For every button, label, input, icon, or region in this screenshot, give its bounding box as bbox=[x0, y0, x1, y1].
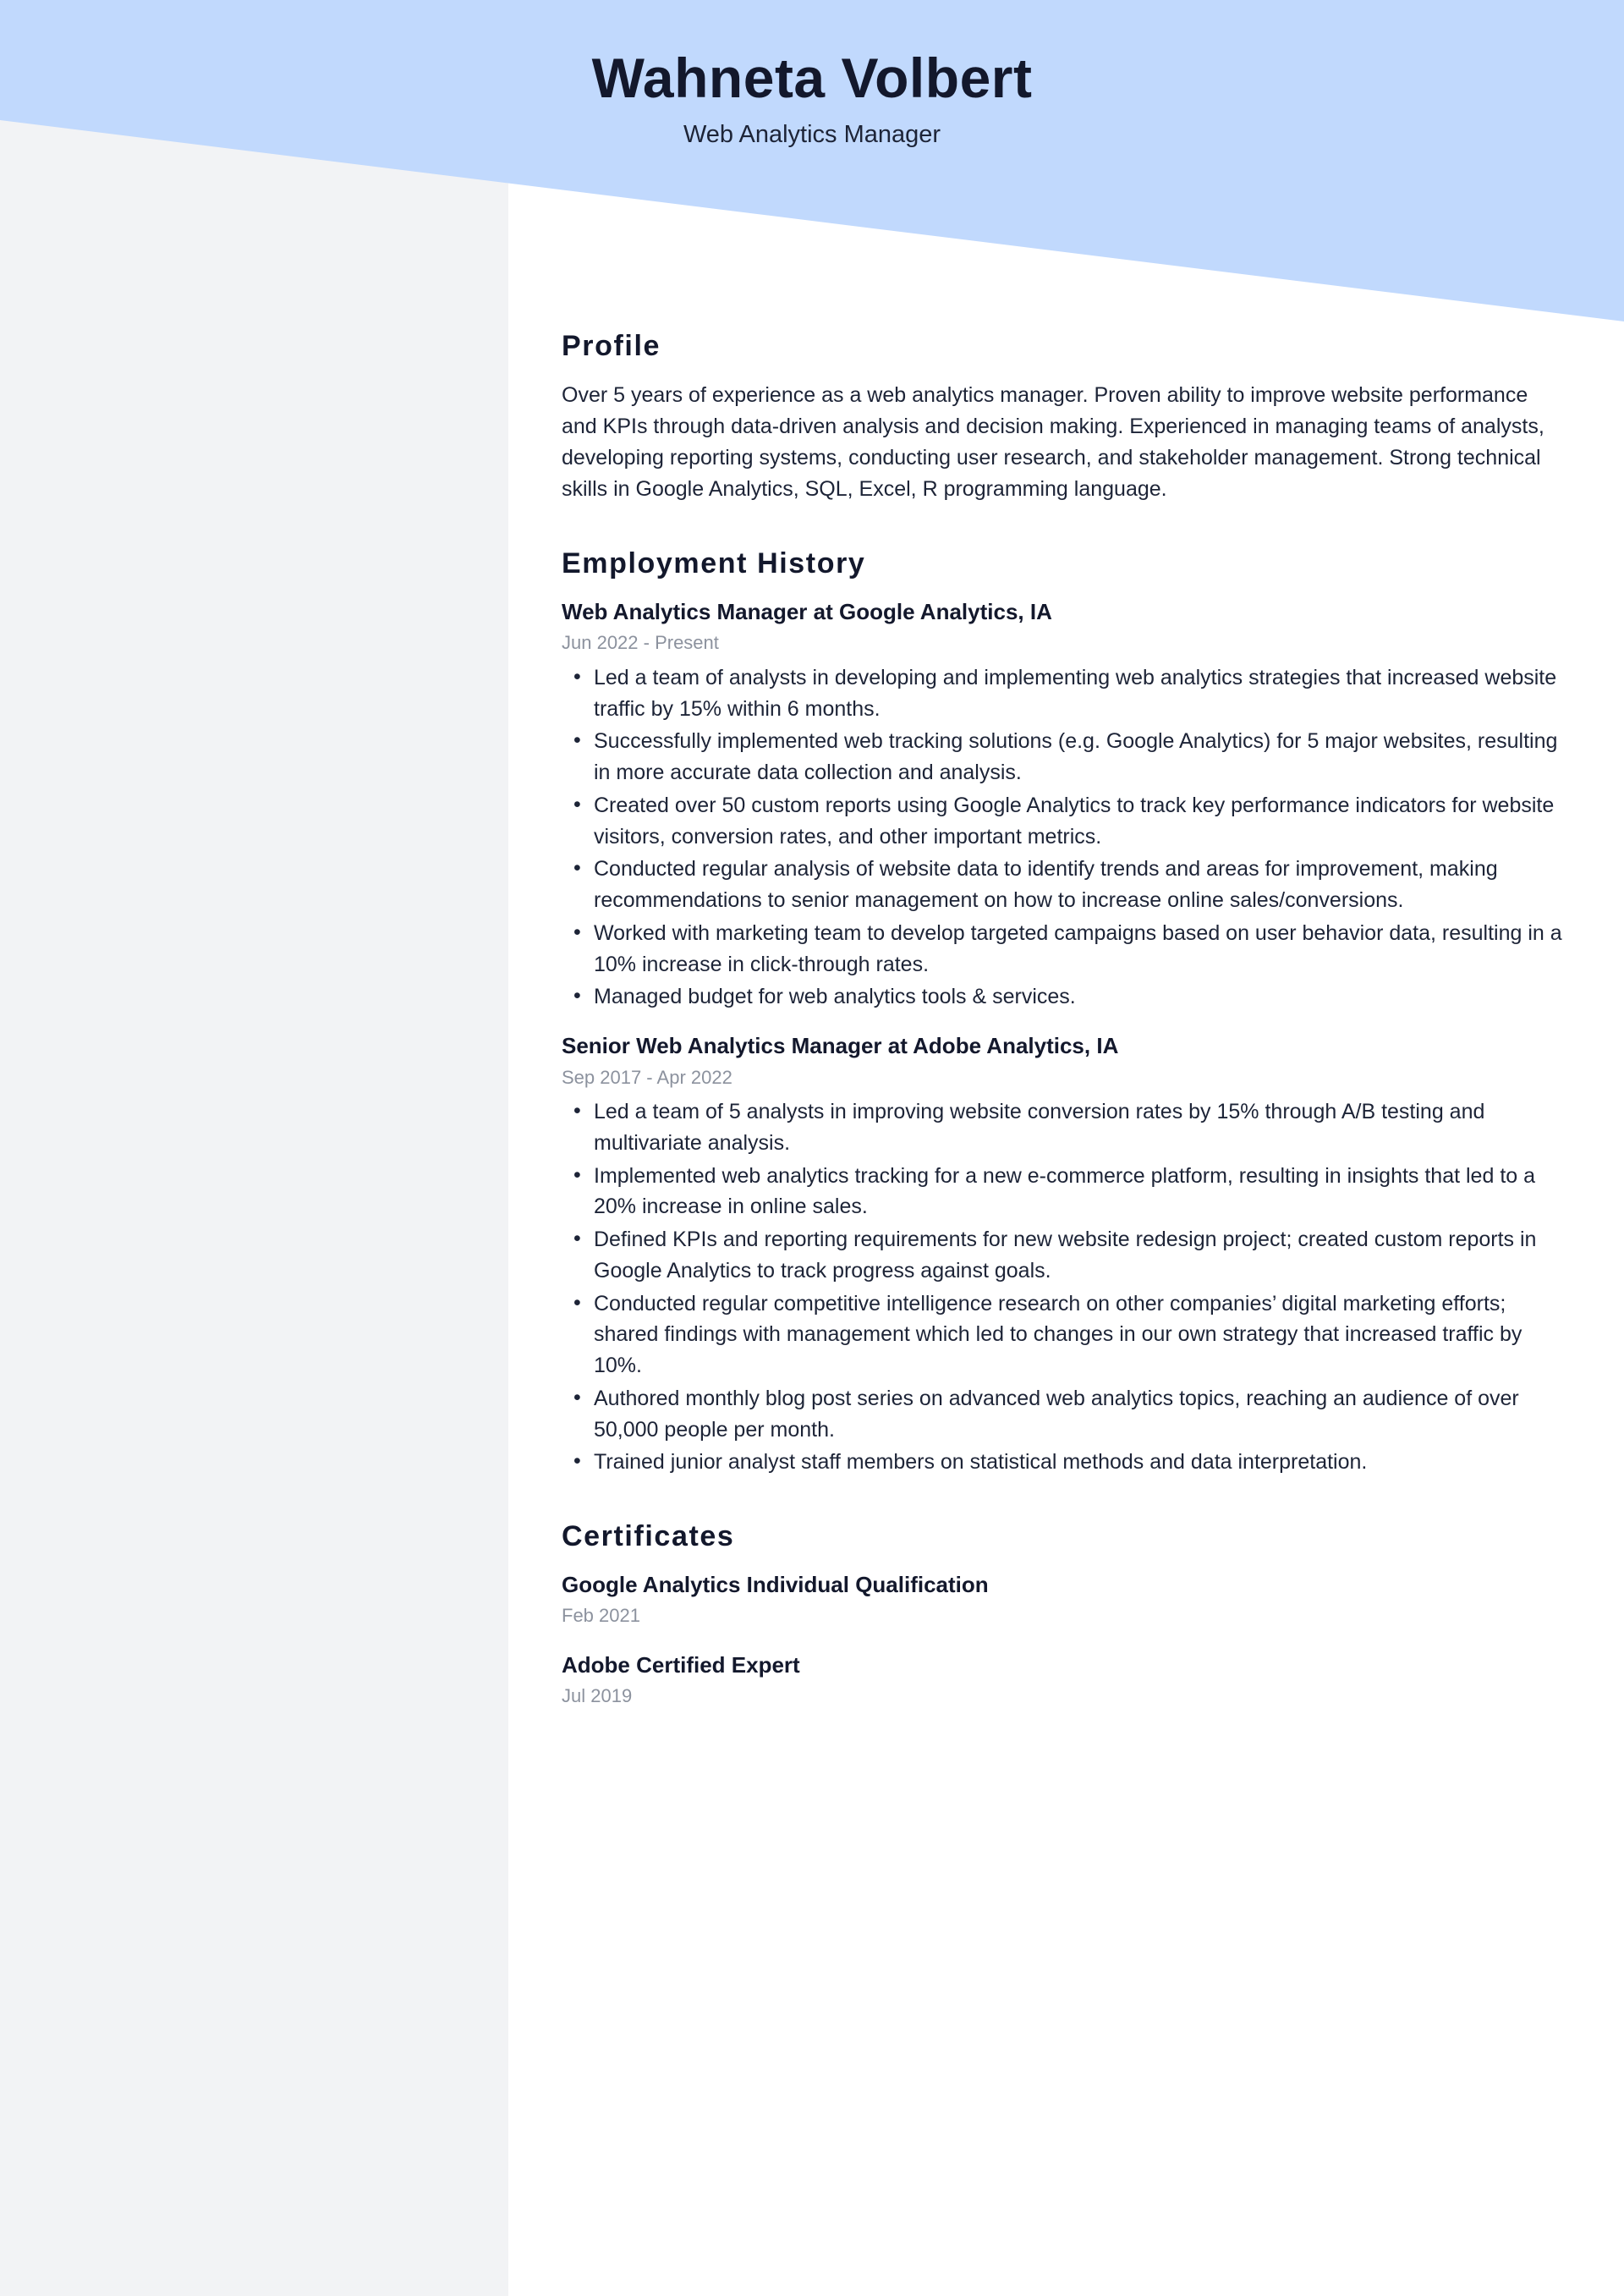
certificate-title: Adobe Certified Expert bbox=[562, 1651, 800, 1678]
employment-bullet: Managed budget for web analytics tools &… bbox=[562, 980, 1568, 1013]
profile-text: Over 5 years of experience as a web anal… bbox=[562, 383, 1544, 501]
certificate-item: Adobe Certified Expert Jul 2019 bbox=[562, 1651, 1568, 1709]
employment-bullet: Trained junior analyst staff members on … bbox=[562, 1446, 1568, 1478]
employment-section: Employment History Web Analytics Manager… bbox=[562, 547, 1568, 1478]
employment-bullet: Authored monthly blog post series on adv… bbox=[562, 1382, 1568, 1446]
certificate-date: Jul 2019 bbox=[562, 1684, 633, 1706]
employment-list: Web Analytics Manager at Google Analytic… bbox=[562, 597, 1568, 1478]
certificate-title: Google Analytics Individual Qualificatio… bbox=[562, 1572, 989, 1598]
profile-heading: Profile bbox=[562, 330, 661, 362]
employment-bullet: Implemented web analytics tracking for a… bbox=[562, 1160, 1568, 1223]
job-role-subtitle: Web Analytics Manager bbox=[683, 120, 941, 148]
certificates-heading: Certificates bbox=[562, 1520, 735, 1553]
employment-heading: Employment History bbox=[562, 547, 866, 579]
certificates-list: Google Analytics Individual Qualificatio… bbox=[562, 1570, 1568, 1708]
main-column: Profile Over 5 years of experience as a … bbox=[562, 330, 1568, 1751]
page-title: Wahneta Volbert bbox=[591, 47, 1033, 109]
employment-bullet: Conducted regular analysis of website da… bbox=[562, 853, 1568, 916]
employment-date: Jun 2022 - Present bbox=[562, 632, 719, 654]
employment-bullet: Defined KPIs and reporting requirements … bbox=[562, 1223, 1568, 1287]
employment-title: Web Analytics Manager at Google Analytic… bbox=[562, 599, 1052, 624]
employment-item: Senior Web Analytics Manager at Adobe An… bbox=[562, 1031, 1568, 1478]
employment-bullet: Worked with marketing team to develop ta… bbox=[562, 917, 1568, 980]
certificate-item: Google Analytics Individual Qualificatio… bbox=[562, 1570, 1568, 1629]
profile-section: Profile Over 5 years of experience as a … bbox=[562, 330, 1568, 505]
employment-bullet: Created over 50 custom reports using Goo… bbox=[562, 789, 1568, 853]
resume-page: Wahneta Volbert Web Analytics Manager wa… bbox=[0, 0, 1624, 2296]
employment-bullet-list: Led a team of 5 analysts in improving we… bbox=[562, 1096, 1568, 1478]
employment-bullet: Led a team of analysts in developing and… bbox=[562, 662, 1568, 725]
certificates-section: Certificates Google Analytics Individual… bbox=[562, 1520, 1568, 1708]
employment-bullet: Conducted regular competitive intelligen… bbox=[562, 1288, 1568, 1381]
employment-bullet-list: Led a team of analysts in developing and… bbox=[562, 662, 1568, 1013]
employment-bullet: Led a team of 5 analysts in improving we… bbox=[562, 1096, 1568, 1159]
employment-bullet: Successfully implemented web tracking so… bbox=[562, 725, 1568, 788]
employment-date: Sep 2017 - Apr 2022 bbox=[562, 1066, 732, 1088]
certificate-date: Feb 2021 bbox=[562, 1605, 640, 1627]
employment-title: Senior Web Analytics Manager at Adobe An… bbox=[562, 1033, 1119, 1059]
sidebar bbox=[0, 0, 508, 2296]
header-text-group: Wahneta Volbert Web Analytics Manager bbox=[0, 0, 1624, 220]
employment-item: Web Analytics Manager at Google Analytic… bbox=[562, 597, 1568, 1013]
